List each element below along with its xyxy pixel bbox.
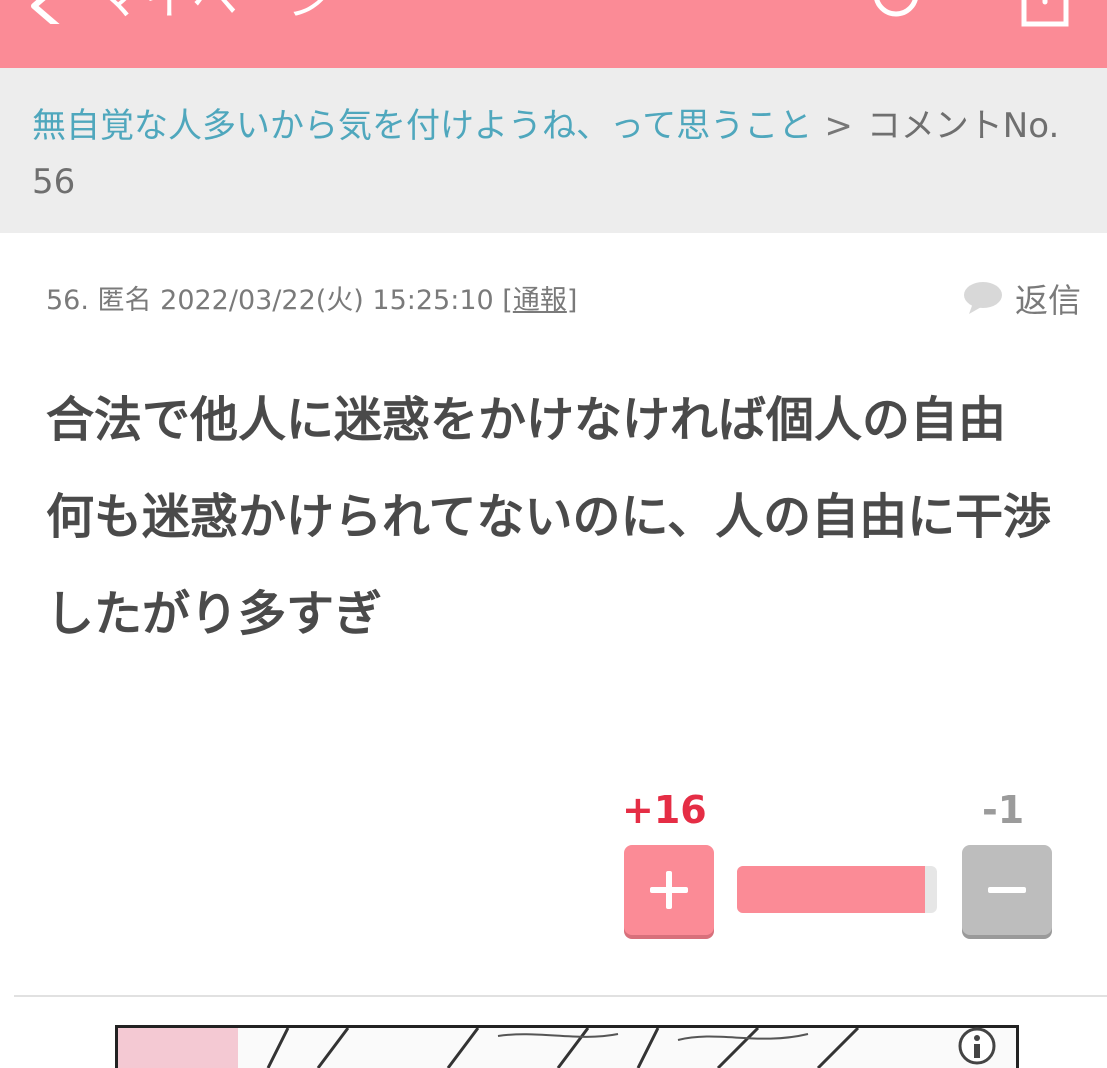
user-icon[interactable] xyxy=(870,0,922,24)
report-bracket-open: [ xyxy=(502,285,513,316)
breadcrumb-topic-link[interactable]: 無自覚な人多いから気を付けようね、って思うこと xyxy=(32,106,812,146)
report-bracket-close: ] xyxy=(566,285,578,316)
chevron-left-icon[interactable] xyxy=(26,0,70,24)
info-icon[interactable] xyxy=(957,1026,997,1066)
comment-number: 56. xyxy=(46,285,89,316)
comment-author: 匿名 xyxy=(97,285,152,316)
comment-body-line: 合法で他人に迷惑をかけなければ個人の自由 xyxy=(46,392,1007,448)
breadcrumb-separator: > xyxy=(824,106,853,146)
speech-bubble-icon xyxy=(964,282,1002,314)
breadcrumb: 無自覚な人多いから気を付けようね、って思うこと > コメントNo. 56 xyxy=(0,68,1107,233)
comment-datetime: 2022/03/22(火) 15:25:10 xyxy=(160,285,494,316)
plus-vote-count: +16 xyxy=(622,788,707,832)
plus-vote-button[interactable] xyxy=(624,845,714,935)
comment-body: 合法で他人に迷惑をかけなければ個人の自由 何も迷惑かけられてないのに、人の自由に… xyxy=(46,372,1076,663)
vote-ratio-bar xyxy=(737,866,937,913)
share-icon[interactable] xyxy=(1018,0,1072,30)
reply-label: 返信 xyxy=(1015,281,1081,320)
report-link[interactable]: 通報 xyxy=(513,285,567,316)
app-header: マイページ xyxy=(0,0,1107,68)
ad-banner[interactable] xyxy=(115,1025,1019,1068)
reply-button[interactable]: 返信 xyxy=(963,274,1081,322)
page-title: マイページ xyxy=(96,0,335,28)
ad-manga-image xyxy=(118,1028,860,1068)
comment-meta: 56. 匿名 2022/03/22(火) 15:25:10 [通報] xyxy=(46,278,577,317)
minus-vote-count: -1 xyxy=(982,788,1025,832)
vote-ratio-fill xyxy=(737,866,925,913)
divider xyxy=(14,995,1107,997)
comment-body-line: 何も迷惑かけられてないのに、人の自由に干渉したがり多すぎ xyxy=(46,489,1052,642)
minus-vote-button[interactable] xyxy=(962,845,1052,935)
